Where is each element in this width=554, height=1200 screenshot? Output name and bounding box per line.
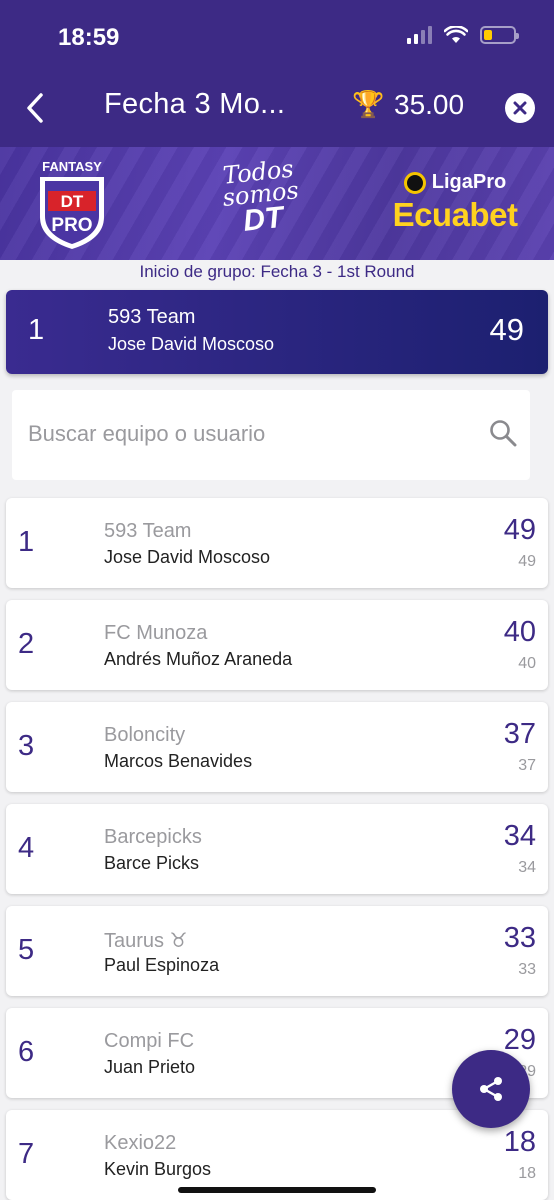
leader-team-name: 593 Team bbox=[108, 306, 196, 328]
row-rank: 7 bbox=[18, 1138, 35, 1170]
app-header: 18:59 Fecha 3 Mo... 🏆 35.00 bbox=[0, 0, 554, 147]
row-user-name: Kevin Burgos bbox=[104, 1159, 212, 1179]
leader-rank: 1 bbox=[28, 314, 45, 346]
row-user-name: Jose David Moscoso bbox=[104, 547, 271, 567]
group-start-label: Inicio de grupo: Fecha 3 - 1st Round bbox=[139, 262, 415, 281]
ranking-row[interactable]: 2 FC Munoza Andrés Muñoz Araneda 40 40 bbox=[6, 600, 548, 690]
chevron-left-icon bbox=[27, 93, 43, 123]
row-round-points: 40 bbox=[518, 655, 536, 672]
row-rank: 6 bbox=[18, 1036, 35, 1068]
row-user-name: Andrés Muñoz Araneda bbox=[104, 649, 293, 669]
row-points: 34 bbox=[503, 820, 536, 852]
status-time: 18:59 bbox=[58, 24, 120, 51]
row-round-points: 49 bbox=[518, 553, 536, 570]
ranking-row[interactable]: 5 Taurus ♉ Paul Espinoza 33 33 bbox=[6, 906, 548, 996]
row-team-name: Boloncity bbox=[104, 724, 186, 746]
row-team-name: 593 Team bbox=[104, 520, 192, 542]
row-user-name: Juan Prieto bbox=[104, 1057, 196, 1077]
leader-user-name: Jose David Moscoso bbox=[108, 334, 275, 354]
row-rank: 2 bbox=[18, 628, 35, 660]
leader-points: 49 bbox=[489, 312, 524, 347]
status-icons bbox=[407, 26, 519, 44]
my-team-card[interactable]: 1 593 Team Jose David Moscoso 49 bbox=[6, 290, 548, 374]
ranking-row[interactable]: 3 Boloncity Marcos Benavides 37 37 bbox=[6, 702, 548, 792]
row-team-name: Taurus ♉ bbox=[104, 930, 188, 952]
row-user-name: Marcos Benavides bbox=[104, 751, 253, 771]
row-points: 49 bbox=[503, 514, 536, 546]
row-team-name: Kexio22 bbox=[104, 1132, 177, 1154]
back-button[interactable] bbox=[18, 88, 52, 128]
row-round-points: 34 bbox=[518, 859, 536, 876]
row-points: 18 bbox=[503, 1126, 536, 1158]
svg-text:PRO: PRO bbox=[51, 215, 92, 236]
row-points: 37 bbox=[503, 718, 536, 750]
battery-icon bbox=[480, 26, 519, 44]
row-points: 33 bbox=[503, 922, 536, 954]
search-input[interactable] bbox=[28, 414, 468, 454]
user-points: 35.00 bbox=[394, 89, 465, 120]
wifi-icon bbox=[444, 26, 468, 43]
share-button[interactable] bbox=[452, 1050, 530, 1128]
ranking-row[interactable]: 1 593 Team Jose David Moscoso 49 49 bbox=[6, 498, 548, 588]
row-round-points: 18 bbox=[518, 1165, 536, 1182]
row-round-points: 37 bbox=[518, 757, 536, 774]
page-title: Fecha 3 Mo... bbox=[104, 88, 286, 120]
ligapro-ball-icon bbox=[403, 171, 426, 194]
svg-text:DT: DT bbox=[61, 192, 84, 211]
search-box bbox=[12, 390, 530, 480]
home-indicator[interactable] bbox=[178, 1187, 376, 1193]
row-team-name: Compi FC bbox=[104, 1030, 195, 1052]
row-team-name: Barcepicks bbox=[104, 826, 202, 848]
close-button[interactable] bbox=[505, 93, 535, 123]
svg-text:FANTASY: FANTASY bbox=[42, 159, 102, 174]
row-user-name: Paul Espinoza bbox=[104, 955, 220, 975]
trophy-icon: 🏆 bbox=[352, 89, 385, 119]
row-rank: 3 bbox=[18, 730, 35, 762]
fantasy-dt-pro-logo: FANTASY DT PRO bbox=[40, 159, 104, 249]
promo-banner: FANTASY DT PRO Todos somos DT LigaPro Ec… bbox=[0, 147, 554, 260]
row-team-name: FC Munoza bbox=[104, 622, 208, 644]
share-icon bbox=[480, 1077, 502, 1101]
row-user-name: Barce Picks bbox=[104, 853, 200, 873]
cellular-signal-icon bbox=[407, 26, 432, 44]
row-rank: 5 bbox=[18, 934, 35, 966]
row-rank: 4 bbox=[18, 832, 35, 864]
row-round-points: 33 bbox=[518, 961, 536, 978]
row-rank: 1 bbox=[18, 526, 35, 558]
row-points: 29 bbox=[503, 1024, 536, 1056]
row-points: 40 bbox=[503, 616, 536, 648]
sponsor-logo: LigaPro Ecuabet bbox=[392, 171, 518, 233]
search-icon[interactable] bbox=[488, 418, 518, 448]
close-icon bbox=[513, 101, 527, 115]
slogan-logo: Todos somos DT bbox=[221, 154, 300, 238]
ranking-row[interactable]: 4 Barcepicks Barce Picks 34 34 bbox=[6, 804, 548, 894]
